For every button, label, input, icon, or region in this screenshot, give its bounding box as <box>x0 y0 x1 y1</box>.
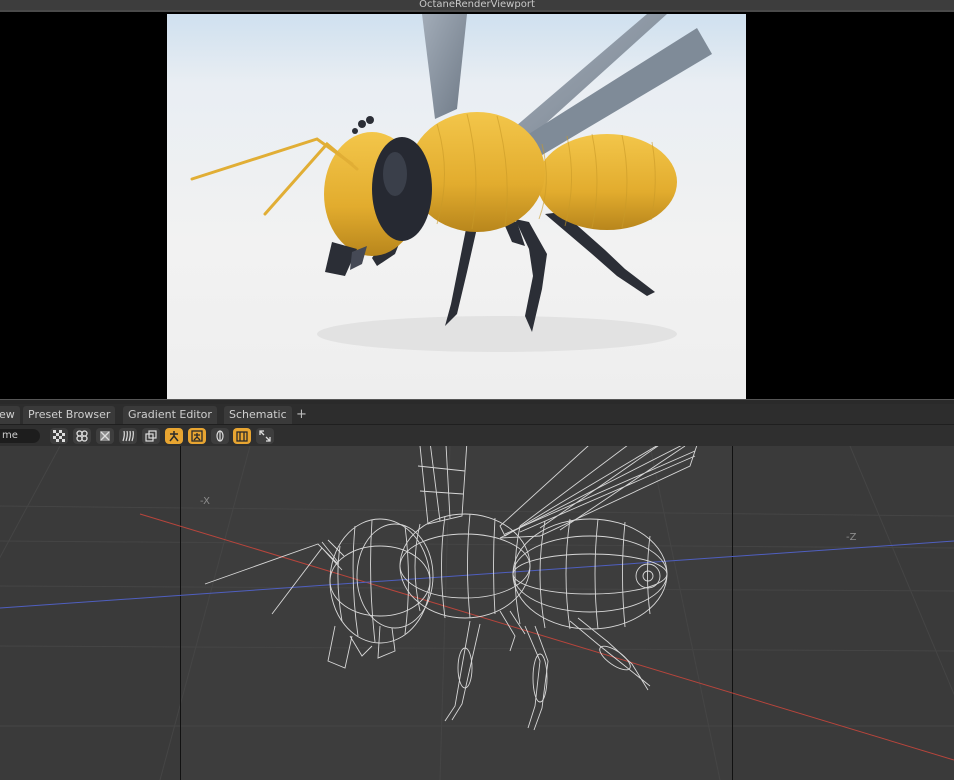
shaded-box-icon[interactable] <box>233 428 251 444</box>
layers-icon[interactable] <box>142 428 160 444</box>
shaded-wire-icon[interactable] <box>73 428 91 444</box>
viewport-toolbar: me <box>0 424 954 446</box>
tab-view[interactable]: ew <box>0 406 20 424</box>
tab-bar: ew Preset Browser Gradient Editor Schema… <box>0 404 954 424</box>
cylinder-icon[interactable] <box>211 428 229 444</box>
tab-preset-browser[interactable]: Preset Browser <box>23 406 116 424</box>
tab-schematic[interactable]: Schematic <box>224 406 292 424</box>
octane-render-area[interactable] <box>0 10 954 401</box>
rendered-bee-image <box>190 14 712 352</box>
octane-viewport-title: OctaneRenderViewport <box>0 0 954 10</box>
solid-icon[interactable] <box>96 428 114 444</box>
mode-dropdown[interactable]: me <box>0 429 40 443</box>
wireframe-bee-model[interactable] <box>0 446 954 780</box>
figure-frame-icon[interactable] <box>188 428 206 444</box>
expand-icon[interactable] <box>256 428 274 444</box>
tab-gradient-editor[interactable]: Gradient Editor <box>123 406 217 424</box>
wireframe-viewport[interactable]: -X -Z <box>0 446 954 780</box>
hair-icon[interactable] <box>119 428 137 444</box>
render-canvas[interactable] <box>167 14 746 401</box>
figure-icon[interactable] <box>165 428 183 444</box>
add-tab-button[interactable]: + <box>296 406 307 424</box>
checker-icon[interactable] <box>50 428 68 444</box>
